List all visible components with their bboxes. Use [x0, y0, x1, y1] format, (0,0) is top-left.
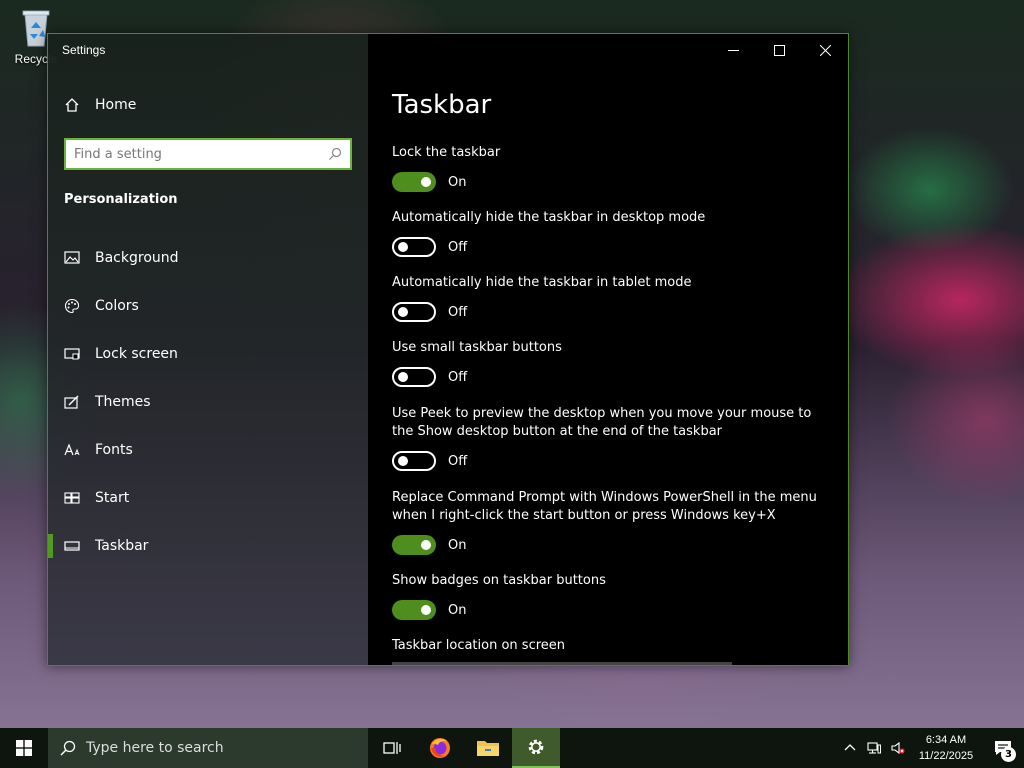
setting-badges: Show badges on taskbar buttons On: [392, 572, 832, 620]
page-title: Taskbar: [392, 90, 492, 120]
setting-label: Use Peek to preview the desktop when you…: [392, 406, 812, 439]
lock-screen-icon: [64, 348, 80, 360]
sidebar-item-taskbar[interactable]: Taskbar: [48, 522, 368, 570]
clock-time: 6:34 AM: [925, 734, 967, 746]
title-bar[interactable]: Settings: [48, 34, 848, 66]
minimize-button[interactable]: [710, 34, 756, 66]
clock-date: 11/22/2025: [918, 750, 974, 762]
setting-label: Lock the taskbar: [392, 145, 501, 160]
chevron-up-icon: [844, 744, 856, 751]
sidebar-item-label: Background: [95, 250, 179, 266]
taskbar-icon: [64, 541, 80, 551]
action-center-button[interactable]: 3: [982, 728, 1024, 768]
firefox-taskbar-button[interactable]: [416, 728, 464, 768]
setting-lock-taskbar: Lock the taskbar On: [392, 144, 832, 192]
setting-label: Show badges on taskbar buttons: [392, 573, 606, 588]
sidebar-item-label: Start: [95, 490, 130, 506]
windows-taskbar: Type here to search 6:34 AM 11/22/2025 3: [0, 728, 1024, 768]
sidebar-item-label: Themes: [95, 394, 151, 410]
home-nav-item[interactable]: Home: [64, 97, 136, 113]
system-tray: 6:34 AM 11/22/2025 3: [838, 728, 1024, 768]
notification-count-badge: 3: [1001, 747, 1016, 762]
volume-muted-icon: [891, 741, 905, 755]
volume-tray-button[interactable]: [886, 728, 910, 768]
home-label: Home: [95, 97, 137, 113]
setting-label: Replace Command Prompt with Windows Powe…: [392, 490, 817, 523]
home-icon: [65, 98, 79, 112]
sidebar-item-fonts[interactable]: Fonts: [48, 426, 368, 474]
toggle-state: Off: [448, 369, 468, 385]
section-title: Personalization: [64, 192, 178, 207]
folder-icon: [477, 741, 499, 756]
fonts-icon: [64, 443, 80, 456]
find-setting-search[interactable]: [64, 138, 352, 170]
maximize-button[interactable]: [756, 34, 802, 66]
setting-label: Automatically hide the taskbar in tablet…: [392, 275, 692, 290]
show-hidden-icons-button[interactable]: [838, 728, 862, 768]
search-icon: [329, 147, 342, 160]
window-title: Settings: [62, 43, 106, 57]
palette-icon: [64, 298, 80, 314]
settings-window: Home Personalization Background Colors L…: [47, 33, 849, 666]
setting-label: Automatically hide the taskbar in deskto…: [392, 210, 706, 225]
windows-logo-icon: [16, 740, 32, 756]
setting-label: Taskbar location on screen: [392, 638, 566, 653]
taskbar-search-box[interactable]: Type here to search: [48, 728, 368, 768]
setting-peek: Use Peek to preview the desktop when you…: [392, 405, 832, 471]
sidebar-item-lock-screen[interactable]: Lock screen: [48, 330, 368, 378]
sidebar-item-label: Fonts: [95, 442, 133, 458]
taskbar-search-text: Type here to search: [86, 740, 224, 756]
sidebar-item-label: Lock screen: [95, 346, 178, 362]
close-icon: [819, 44, 831, 56]
setting-autohide-tablet: Automatically hide the taskbar in tablet…: [392, 274, 832, 322]
toggle-state: Off: [448, 304, 468, 320]
setting-small-buttons: Use small taskbar buttons Off: [392, 339, 832, 387]
close-button[interactable]: [802, 34, 848, 66]
file-explorer-taskbar-button[interactable]: [464, 728, 512, 768]
setting-powershell: Replace Command Prompt with Windows Powe…: [392, 489, 832, 555]
setting-label: Use small taskbar buttons: [392, 340, 562, 355]
lock-taskbar-toggle[interactable]: [392, 172, 436, 192]
sidebar-nav: Background Colors Lock screen Themes Fon…: [48, 234, 368, 570]
themes-icon: [64, 395, 79, 409]
firefox-icon: [430, 738, 450, 758]
minimize-icon: [727, 49, 739, 51]
settings-taskbar-button[interactable]: [512, 728, 560, 768]
main-content: Taskbar Lock the taskbar On Automaticall…: [368, 34, 848, 665]
sidebar-item-start[interactable]: Start: [48, 474, 368, 522]
start-button[interactable]: [0, 728, 48, 768]
start-tiles-icon: [64, 492, 80, 504]
image-icon: [64, 251, 80, 264]
task-view-button[interactable]: [368, 728, 416, 768]
taskbar-location-dropdown[interactable]: [392, 662, 732, 665]
badges-toggle[interactable]: [392, 600, 436, 620]
search-input[interactable]: [66, 140, 328, 168]
gear-icon: [528, 739, 544, 755]
sidebar: Home Personalization Background Colors L…: [48, 34, 368, 665]
setting-autohide-desktop: Automatically hide the taskbar in deskto…: [392, 209, 832, 257]
sidebar-item-themes[interactable]: Themes: [48, 378, 368, 426]
small-buttons-toggle[interactable]: [392, 367, 436, 387]
powershell-toggle[interactable]: [392, 535, 436, 555]
sidebar-item-background[interactable]: Background: [48, 234, 368, 282]
sidebar-item-label: Taskbar: [95, 538, 149, 554]
taskbar-clock[interactable]: 6:34 AM 11/22/2025: [910, 732, 982, 764]
toggle-state: On: [448, 537, 467, 553]
peek-toggle[interactable]: [392, 451, 436, 471]
task-view-icon: [383, 742, 401, 754]
toggle-state: On: [448, 174, 467, 190]
autohide-tablet-toggle[interactable]: [392, 302, 436, 322]
search-icon: [60, 740, 76, 756]
maximize-icon: [773, 44, 785, 56]
toggle-state: Off: [448, 453, 468, 469]
toggle-state: On: [448, 602, 467, 618]
sidebar-item-label: Colors: [95, 298, 139, 314]
autohide-desktop-toggle[interactable]: [392, 237, 436, 257]
toggle-state: Off: [448, 239, 468, 255]
sidebar-item-colors[interactable]: Colors: [48, 282, 368, 330]
network-icon: [867, 742, 881, 754]
setting-location: Taskbar location on screen: [392, 637, 832, 655]
network-tray-button[interactable]: [862, 728, 886, 768]
